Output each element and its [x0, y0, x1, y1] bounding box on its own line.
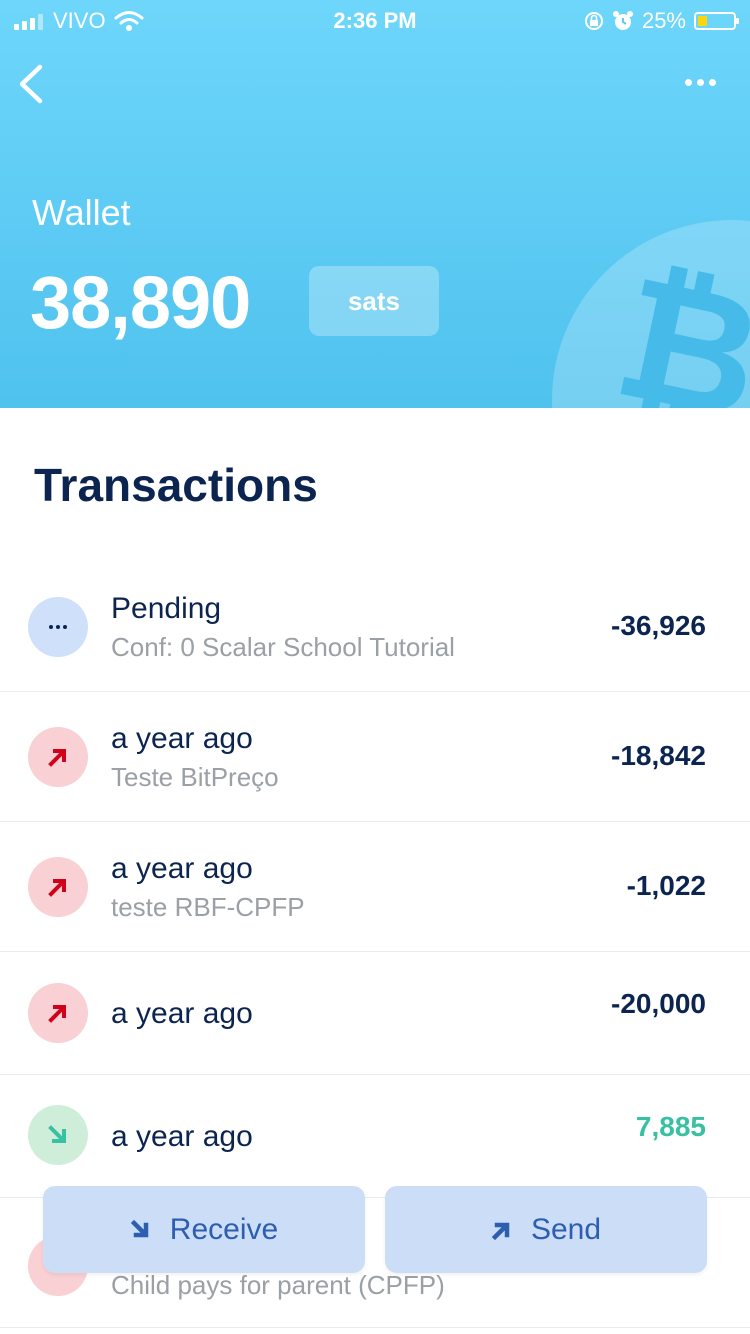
send-arrow-icon — [491, 1222, 510, 1240]
transaction-row-pending[interactable]: Pending Conf: 0 Scalar School Tutorial -… — [0, 562, 750, 692]
back-chevron-icon[interactable] — [14, 62, 54, 106]
wallet-balance[interactable]: 38,890 — [30, 260, 251, 345]
rotation-lock-icon — [584, 12, 603, 30]
send-label: Send — [530, 1212, 602, 1246]
status-right: 25% — [584, 8, 739, 34]
transaction-row[interactable]: a year ago -20,000 — [0, 952, 750, 1075]
transaction-row[interactable]: a year ago teste RBF-CPFP -1,022 — [0, 822, 750, 952]
pending-icon — [28, 597, 88, 657]
transactions-title: Transactions — [34, 459, 318, 511]
battery-icon — [694, 12, 739, 30]
outgoing-arrow-icon — [28, 727, 88, 787]
more-icon[interactable] — [676, 72, 716, 92]
outgoing-arrow-icon — [28, 983, 88, 1043]
transaction-memo: Conf: 0 Scalar School Tutorial — [111, 632, 455, 662]
transaction-amount: -20,000 — [611, 988, 706, 1019]
transaction-memo: Teste BitPreço — [111, 762, 279, 792]
transaction-row[interactable]: a year ago 7,885 — [0, 1075, 750, 1198]
alarm-icon — [612, 11, 633, 30]
transaction-memo: teste RBF-CPFP — [111, 892, 305, 922]
transaction-memo: Child pays for parent (CPFP) — [111, 1270, 445, 1300]
status-bar: VIVO 2:36 PM 25% — [0, 0, 750, 40]
wallet-header: VIVO 2:36 PM 25% ₿ Wallet 38,890 sats — [0, 0, 750, 408]
incoming-arrow-icon — [28, 1105, 88, 1165]
transaction-title: a year ago — [111, 852, 253, 885]
receive-label: Receive — [169, 1212, 279, 1246]
transaction-amount: -36,926 — [611, 610, 706, 641]
balance-unit-button[interactable]: sats — [309, 266, 439, 336]
transaction-amount: 7,885 — [635, 1111, 706, 1142]
receive-arrow-icon — [130, 1219, 149, 1237]
send-button[interactable]: Send — [385, 1186, 707, 1273]
transaction-title: a year ago — [111, 722, 253, 755]
battery-percent: 25% — [641, 8, 686, 33]
receive-button[interactable]: Receive — [43, 1186, 365, 1273]
transaction-title: a year ago — [111, 1120, 253, 1153]
wallet-title: Wallet — [32, 192, 131, 233]
transaction-title: Pending — [111, 592, 222, 625]
transaction-amount: -18,842 — [611, 740, 706, 771]
transaction-row[interactable]: a year ago Teste BitPreço -18,842 — [0, 692, 750, 822]
transaction-amount: -1,022 — [626, 870, 706, 901]
outgoing-arrow-icon — [28, 857, 88, 917]
transaction-title: a year ago — [111, 997, 253, 1030]
